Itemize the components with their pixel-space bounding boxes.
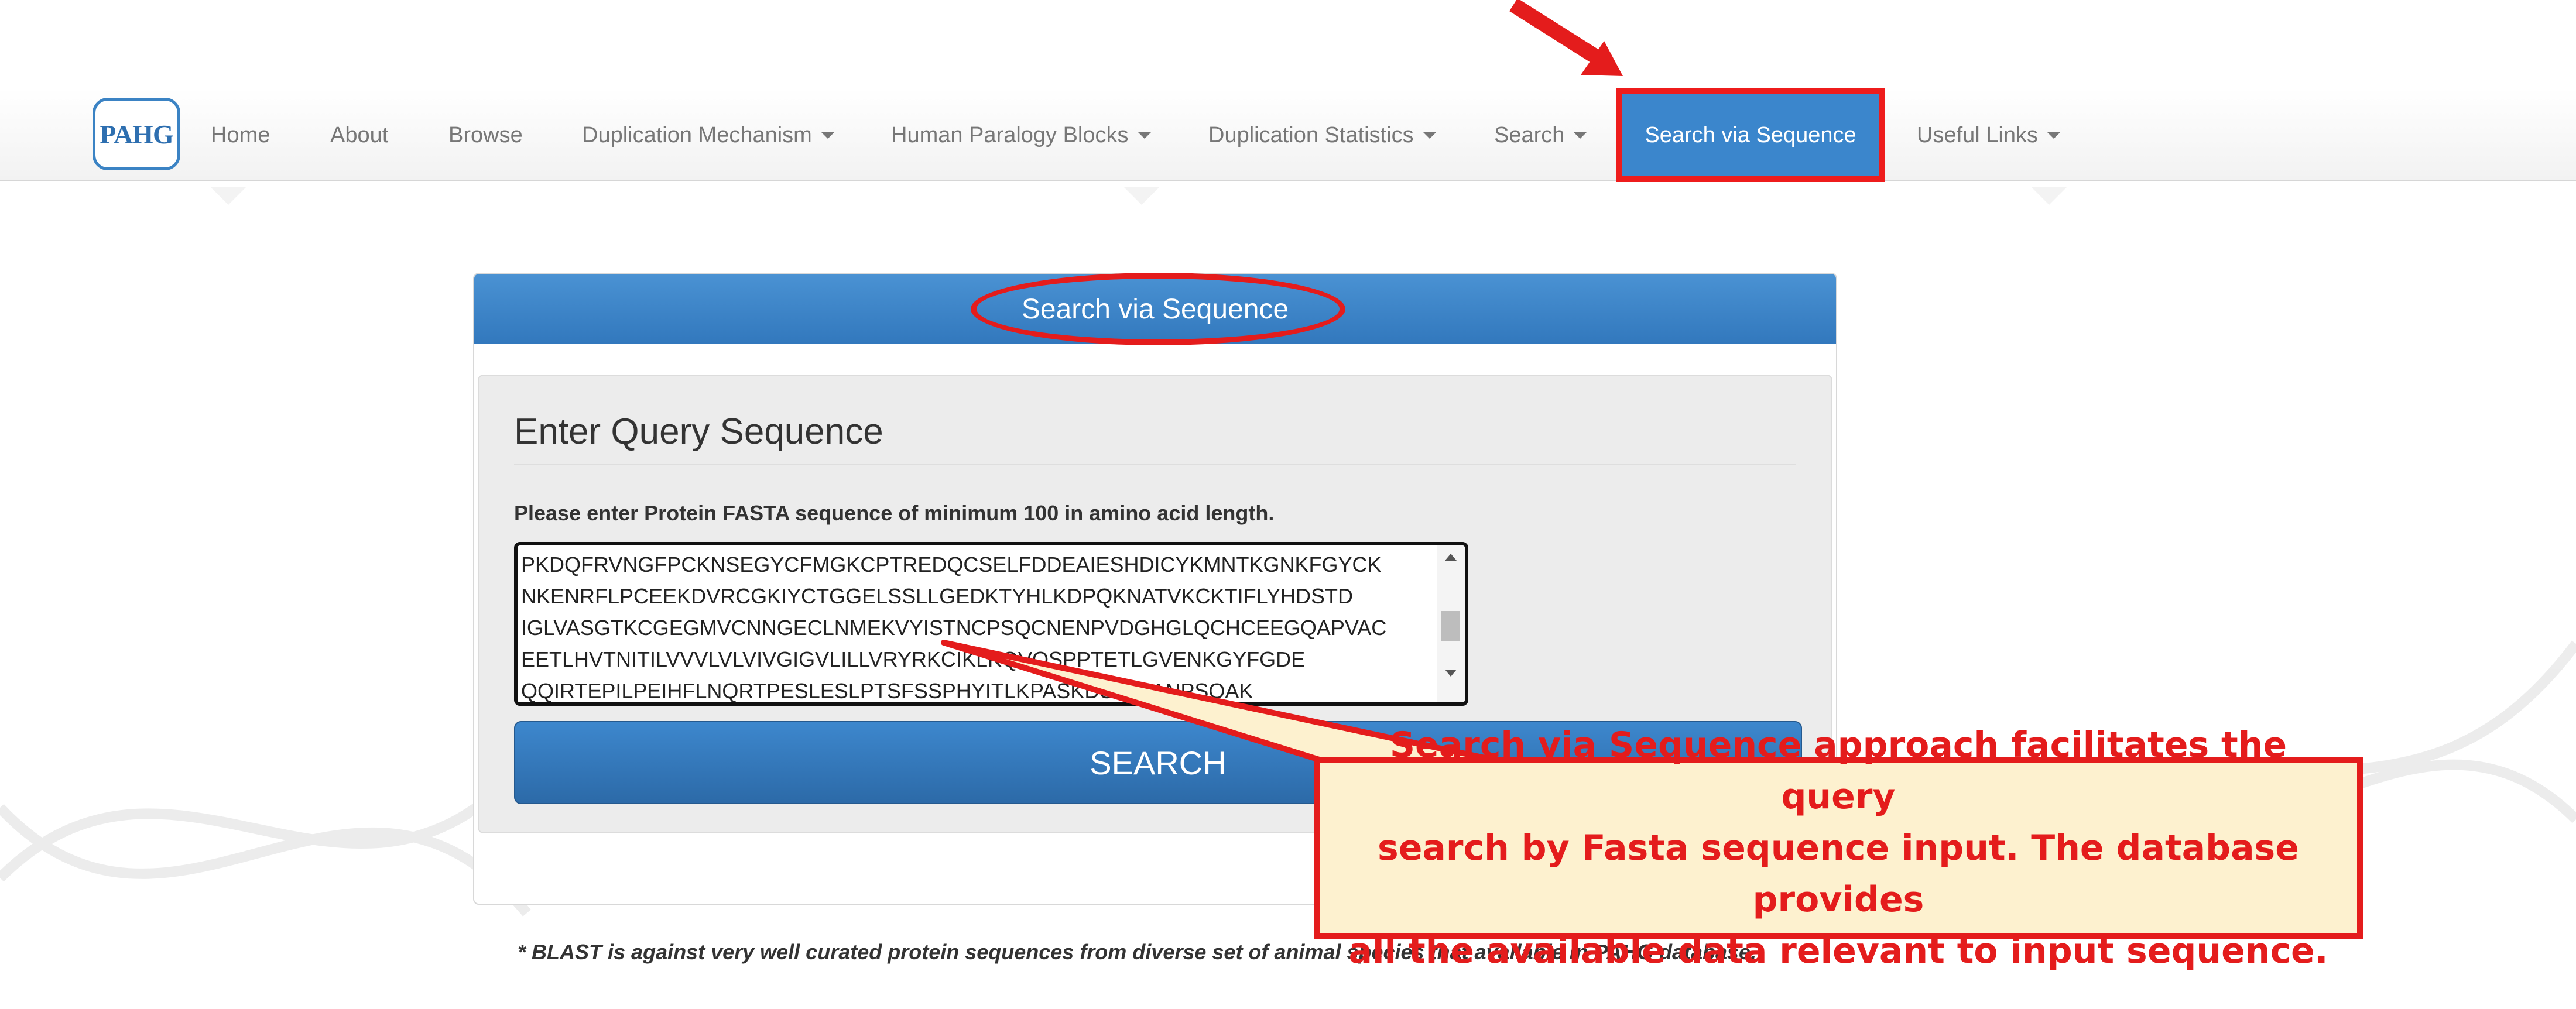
nav-human-paralogy-blocks[interactable]: Human Paralogy Blocks	[891, 88, 1151, 182]
scrollbar-thumb[interactable]	[1441, 611, 1460, 641]
chevron-down-icon	[2047, 132, 2060, 139]
sequence-line: QQIRTEPILPEIHFLNQRTPESLESLPTSFSSPHYITLKP…	[521, 679, 1253, 703]
heading-highlight-oval	[971, 273, 1345, 345]
nav-useful-links-label: Useful Links	[1917, 122, 2038, 147]
nav-search-label: Search	[1494, 122, 1565, 147]
nav-home-label: Home	[211, 122, 270, 147]
sequence-line: PKDQFRVNGFPCKNSEGYCFMGKCPTREDQCSELFDDEAI…	[521, 552, 1382, 576]
callout-line: search by Fasta sequence input. The data…	[1378, 828, 2299, 920]
nav-duplication-mechanism-label: Duplication Mechanism	[582, 122, 812, 147]
nav-duplication-statistics-label: Duplication Statistics	[1208, 122, 1414, 147]
scroll-down-icon[interactable]	[1445, 670, 1457, 677]
chevron-down-icon	[1574, 132, 1587, 139]
chevron-down-icon	[1138, 132, 1151, 139]
pahg-logo[interactable]: PAHG	[93, 98, 180, 170]
pointer-arrow-shaft	[1509, 0, 1608, 68]
query-section-title: Enter Query Sequence	[514, 411, 883, 452]
nav-search[interactable]: Search	[1494, 88, 1587, 182]
chevron-down-icon	[1423, 132, 1436, 139]
sequence-line: EETLHVTNITILVVVLVLVIVGIGVLILLVRYRKCIKLKQ…	[521, 647, 1306, 671]
textarea-scrollbar[interactable]	[1437, 545, 1465, 702]
nav-home[interactable]: Home	[211, 88, 270, 182]
nav-browse[interactable]: Browse	[448, 88, 523, 182]
nav-search-via-sequence[interactable]: Search via Sequence	[1616, 88, 1885, 182]
nav-human-paralogy-blocks-label: Human Paralogy Blocks	[891, 122, 1129, 147]
annotation-callout: Search via Sequence approach facilitates…	[1314, 725, 2363, 972]
divider	[514, 464, 1796, 465]
sequence-textarea[interactable]: PKDQFRVNGFPCKNSEGYCFMGKCPTREDQCSELFDDEAI…	[514, 542, 1468, 706]
logo-text: PAHG	[100, 119, 173, 149]
nav-about[interactable]: About	[330, 88, 388, 182]
chevron-down-icon	[821, 132, 834, 139]
sequence-line: NKENRFLPCEEKDVRCGKIYCTGGELSSLLGEDKTYHLKD…	[521, 584, 1353, 608]
sequence-line: IGLVASGTKCGEGMVCNNGECLNMEKVYISTNCPSQCNEN…	[521, 616, 1387, 640]
top-navbar: PAHG Home About Browse Duplication Mecha…	[0, 88, 2576, 182]
scroll-up-icon[interactable]	[1445, 554, 1457, 561]
callout-line: all the available data relevant to input…	[1348, 931, 2328, 972]
search-button-label: SEARCH	[1090, 744, 1227, 781]
sequence-help-text: Please enter Protein FASTA sequence of m…	[514, 501, 1275, 525]
nav-duplication-mechanism[interactable]: Duplication Mechanism	[582, 88, 834, 182]
nav-search-via-sequence-label: Search via Sequence	[1645, 122, 1856, 147]
nav-browse-label: Browse	[448, 122, 523, 147]
callout-text: Search via Sequence approach facilitates…	[1335, 719, 2342, 977]
nav-duplication-statistics[interactable]: Duplication Statistics	[1208, 88, 1436, 182]
nav-useful-links[interactable]: Useful Links	[1917, 88, 2060, 182]
callout-line: Search via Sequence approach facilitates…	[1389, 725, 2287, 817]
pointer-arrow-head	[1581, 41, 1623, 76]
nav-about-label: About	[330, 122, 389, 147]
